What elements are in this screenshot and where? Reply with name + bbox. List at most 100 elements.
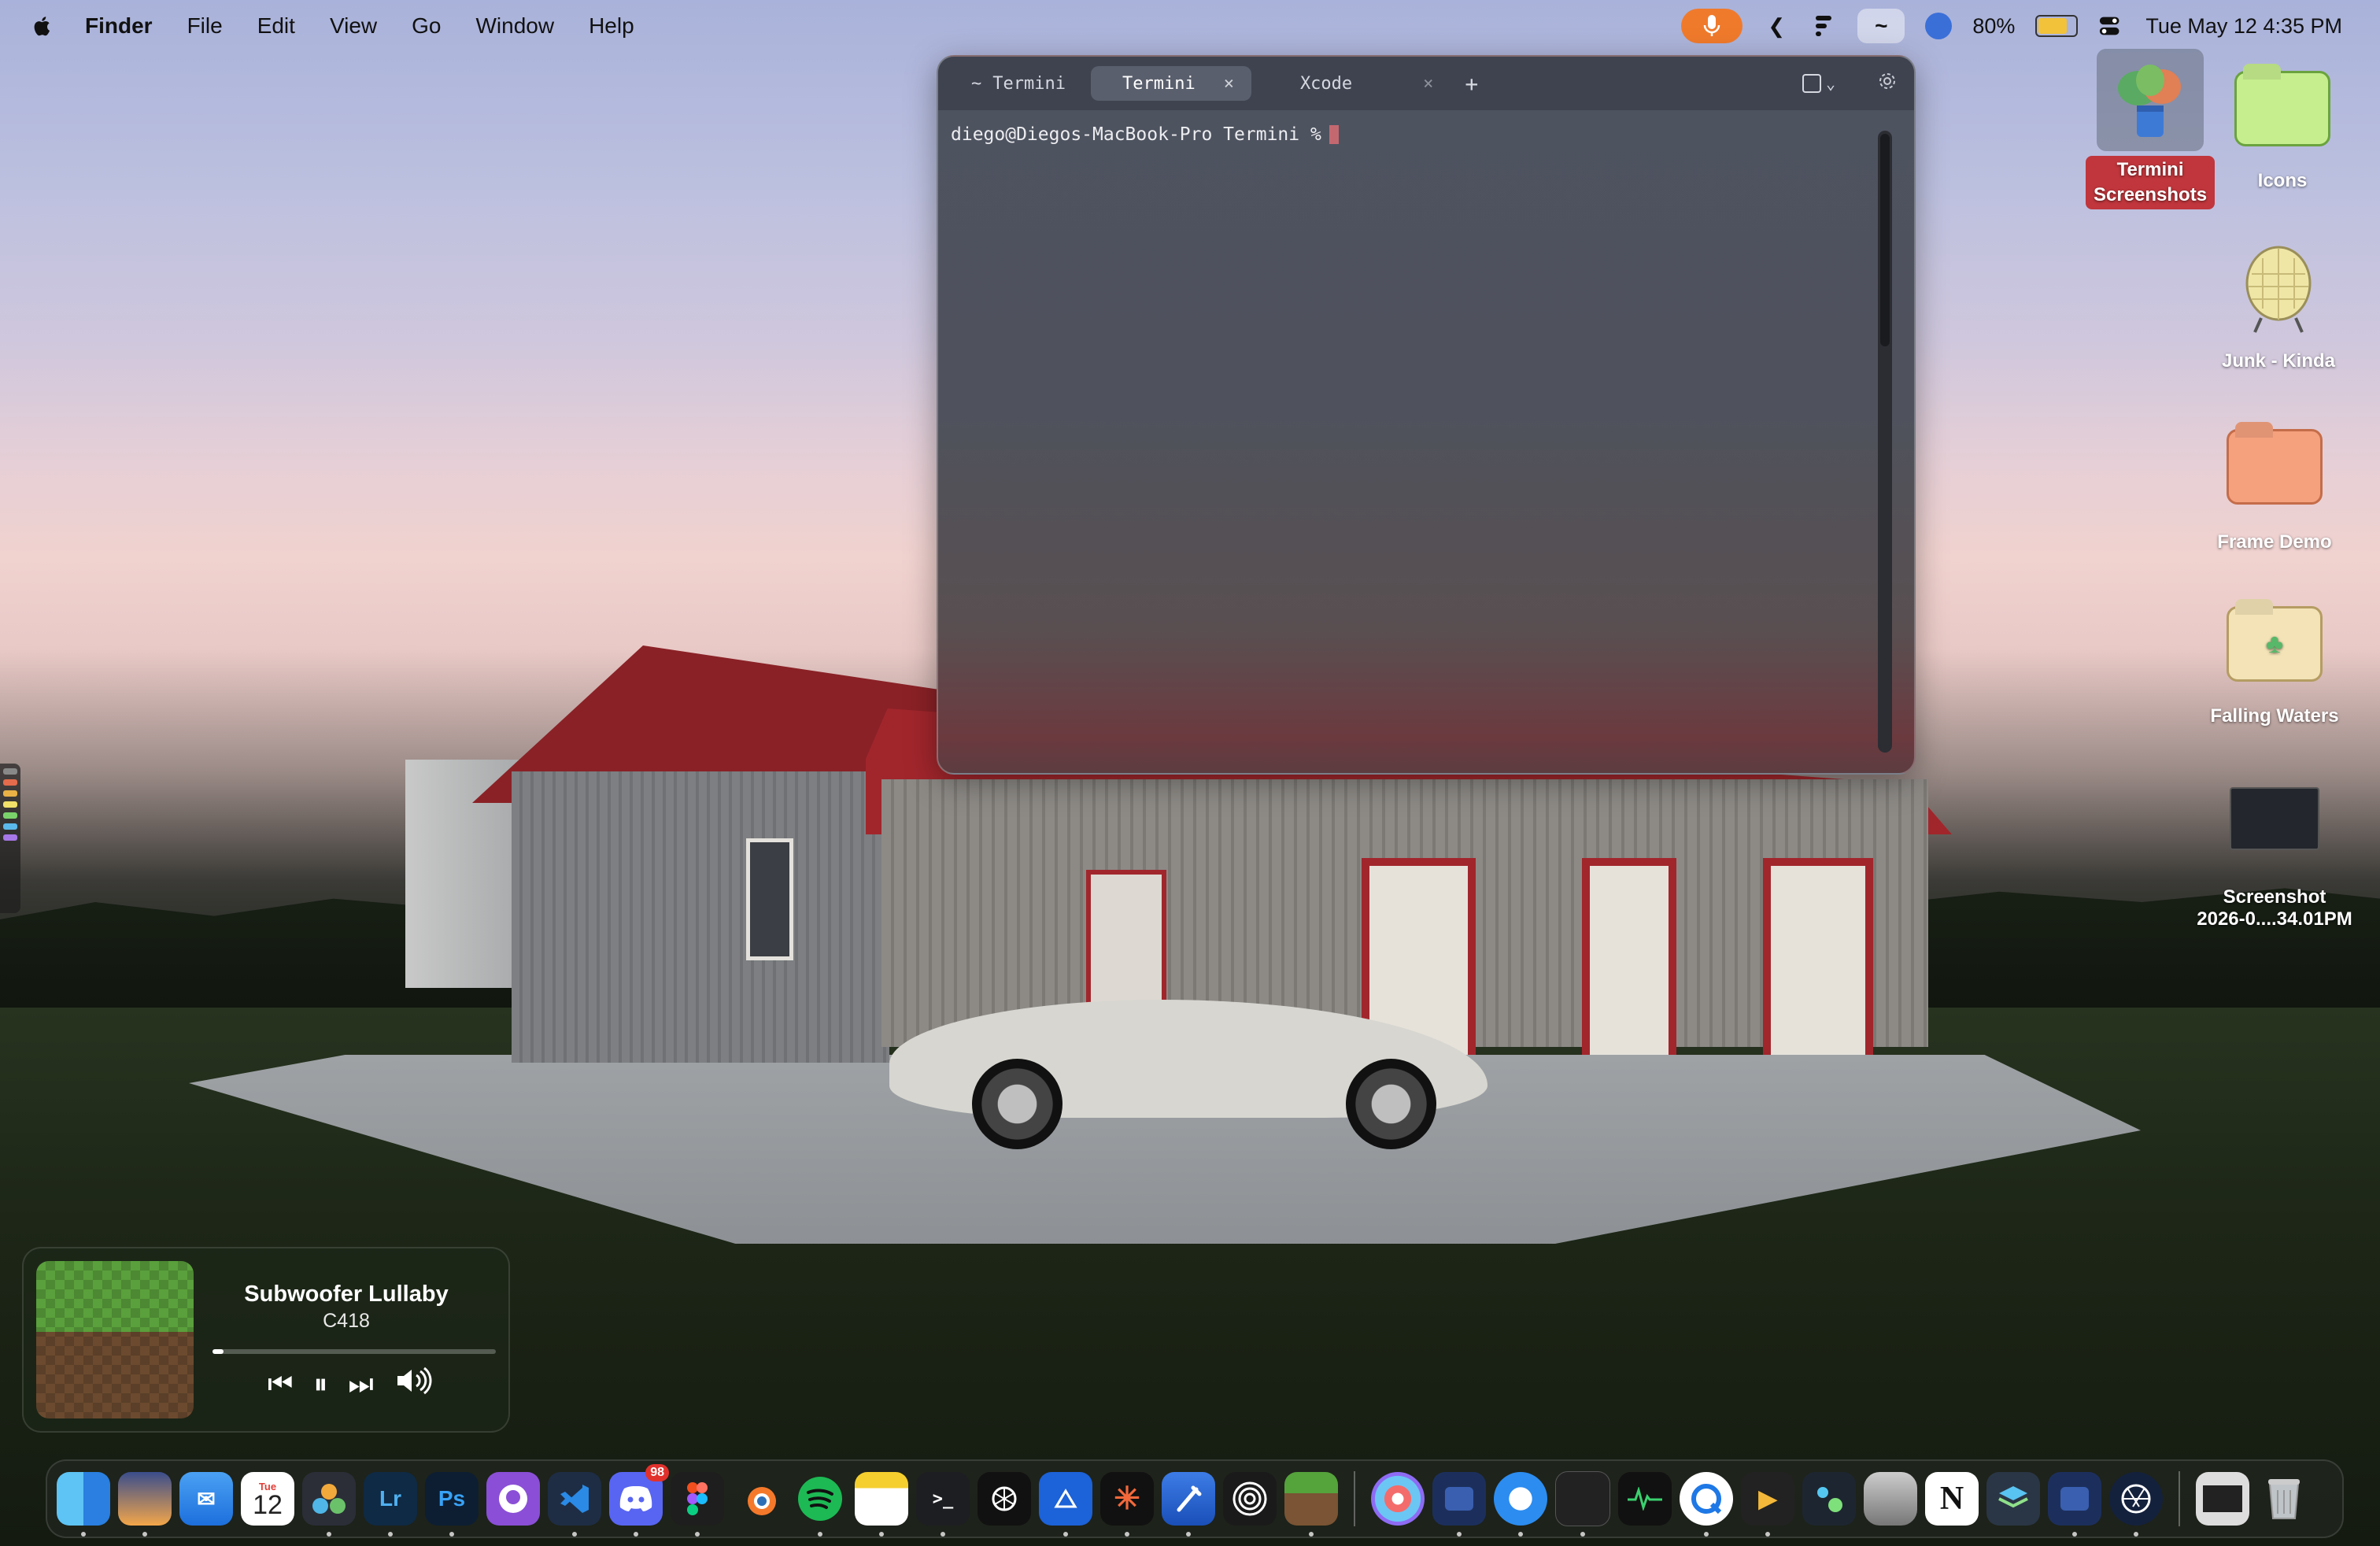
xcode-app-icon[interactable] <box>1162 1472 1215 1537</box>
icon-label: 2026-0....34.01PM <box>2197 908 2352 930</box>
target-app-icon[interactable] <box>1223 1472 1277 1526</box>
xcode-simulator-app-icon[interactable] <box>1039 1472 1092 1537</box>
icon-label: Icons <box>2257 170 2308 191</box>
close-tab-icon[interactable]: × <box>1224 74 1234 94</box>
blender-app-icon[interactable] <box>732 1472 785 1526</box>
calendar-app-icon[interactable]: Tue 12 <box>241 1472 294 1526</box>
volume-icon[interactable] <box>394 1367 434 1402</box>
new-tab-button[interactable]: + <box>1465 71 1478 97</box>
claude-app-icon[interactable]: ✳ <box>1100 1472 1154 1537</box>
minecraft-app-icon[interactable] <box>1284 1472 1338 1537</box>
color-swatch[interactable] <box>3 812 17 819</box>
shield-status-icon[interactable] <box>1925 13 1953 39</box>
document-app-icon[interactable] <box>1432 1472 1486 1537</box>
album-art[interactable] <box>36 1261 194 1418</box>
terminal-prompt-line[interactable]: diego@Diegos-MacBook-Pro Termini % <box>951 124 1339 145</box>
activity-monitor-app-icon[interactable] <box>1618 1472 1672 1526</box>
mail-app-icon[interactable]: ✉ <box>179 1472 233 1526</box>
menu-edit[interactable]: Edit <box>257 13 295 39</box>
menu-window[interactable]: Window <box>475 13 554 39</box>
color-swatch[interactable] <box>3 779 17 786</box>
color-swatch[interactable] <box>3 823 17 830</box>
playback-progress-bar[interactable] <box>213 1349 496 1354</box>
aperture-app-icon[interactable] <box>2109 1472 2163 1537</box>
wallpaper-car-wheel <box>1346 1059 1436 1149</box>
spotify-app-icon[interactable] <box>793 1472 847 1537</box>
pause-icon[interactable]: ⏸ <box>313 1367 327 1401</box>
song-artist: C418 <box>323 1310 370 1332</box>
grid-app-icon[interactable] <box>1555 1471 1610 1537</box>
photoshop-app-icon[interactable]: Ps <box>425 1472 479 1537</box>
brush-app-icon[interactable] <box>1802 1472 1856 1526</box>
desktop-folder-junk[interactable]: Junk - Kinda <box>2196 236 2361 372</box>
external-link-icon <box>1802 74 1821 93</box>
davinci-resolve-app-icon[interactable] <box>302 1472 356 1537</box>
desktop-folder-icons[interactable]: Icons <box>2227 71 2338 192</box>
terminal-window[interactable]: ~ Termini Termini × Xcode × + ⌄ diego@Di… <box>937 55 1916 775</box>
termini-status-icon[interactable]: ~ <box>1857 9 1905 43</box>
layers-app-icon[interactable] <box>1986 1472 2040 1526</box>
previous-track-icon[interactable]: ⏮ <box>268 1367 293 1401</box>
document-glyph <box>2060 1487 2089 1511</box>
control-center-icon[interactable] <box>2098 13 2125 39</box>
menu-help[interactable]: Help <box>589 13 634 39</box>
terminal-cursor <box>1329 125 1339 144</box>
finder-app-icon[interactable] <box>57 1472 110 1537</box>
downloads-stack-icon[interactable] <box>2196 1472 2249 1526</box>
notion-app-icon[interactable]: N <box>1925 1472 1979 1526</box>
trash-icon[interactable] <box>2257 1472 2311 1526</box>
color-palette-strip[interactable] <box>0 764 20 913</box>
open-external-button[interactable]: ⌄ <box>1802 72 1842 94</box>
figma-app-icon[interactable] <box>671 1472 724 1537</box>
vscode-app-icon[interactable] <box>548 1472 601 1537</box>
close-tab-icon[interactable]: × <box>1423 74 1433 94</box>
settings-gear-icon[interactable] <box>1878 72 1897 95</box>
running-indicator <box>449 1532 454 1537</box>
terminal-app-icon[interactable]: >_ <box>916 1472 970 1537</box>
color-swatch[interactable] <box>3 834 17 841</box>
terminal-scroll-thumb[interactable] <box>1880 134 1890 346</box>
desktop-folder-termini-screenshots[interactable]: Termini Screenshots <box>2075 39 2226 209</box>
quicktime-app-icon[interactable] <box>1680 1472 1733 1537</box>
folder-icon <box>2227 429 2323 505</box>
tab-xcode[interactable]: Xcode × <box>1259 66 1451 101</box>
running-indicator <box>327 1532 331 1537</box>
menu-go[interactable]: Go <box>412 13 441 39</box>
battery-icon[interactable] <box>2035 15 2079 37</box>
next-track-icon[interactable]: ⏭ <box>348 1367 373 1401</box>
plant-folder-icon <box>2097 49 2204 151</box>
disk-utility-app-icon[interactable] <box>1864 1472 1917 1526</box>
running-indicator <box>1309 1532 1314 1537</box>
lightroom-app-icon[interactable]: Lr <box>364 1472 417 1537</box>
running-indicator <box>1518 1532 1523 1537</box>
macos-app-icon[interactable] <box>118 1472 172 1537</box>
menu-view[interactable]: View <box>330 13 377 39</box>
document-app-icon[interactable] <box>2048 1472 2101 1537</box>
color-picker-app-icon[interactable] <box>1371 1472 1425 1526</box>
figma-status-icon[interactable] <box>1810 13 1837 39</box>
running-indicator <box>388 1532 393 1537</box>
desktop-folder-frame-demo[interactable]: Frame Demo <box>2212 429 2338 553</box>
terminal-scrollbar[interactable] <box>1878 131 1892 753</box>
terminal-app-tab[interactable]: ~ Termini <box>954 66 1083 101</box>
wallpaper-car-wheel <box>972 1059 1062 1149</box>
desktop-file-screenshot[interactable]: Screenshot 2026-0....34.01PM <box>2180 787 2369 930</box>
desktop-folder-falling-waters[interactable]: ♣ Falling Waters <box>2196 606 2353 727</box>
safari-app-icon[interactable] <box>1494 1472 1547 1537</box>
color-swatch[interactable] <box>3 790 17 797</box>
menu-app-name[interactable]: Finder <box>85 13 153 39</box>
tab-termini[interactable]: Termini × <box>1090 66 1251 101</box>
color-swatch[interactable] <box>3 801 17 808</box>
microphone-icon[interactable] <box>1681 9 1743 43</box>
discord-app-icon[interactable]: 98 <box>609 1464 669 1537</box>
stack-thumbnail <box>2203 1485 2242 1512</box>
infuse-app-icon[interactable]: ▶ <box>1741 1472 1794 1537</box>
chatgpt-app-icon[interactable] <box>978 1472 1031 1526</box>
menu-bar-clock[interactable]: Tue May 12 4:35 PM <box>2145 14 2342 39</box>
notification-badge: 98 <box>645 1464 669 1481</box>
apple-menu-icon[interactable] <box>30 13 55 39</box>
menu-file[interactable]: File <box>187 13 223 39</box>
notes-app-icon[interactable] <box>855 1472 908 1537</box>
github-desktop-app-icon[interactable] <box>486 1472 540 1526</box>
chevron-left-icon[interactable]: ❮ <box>1763 13 1790 39</box>
